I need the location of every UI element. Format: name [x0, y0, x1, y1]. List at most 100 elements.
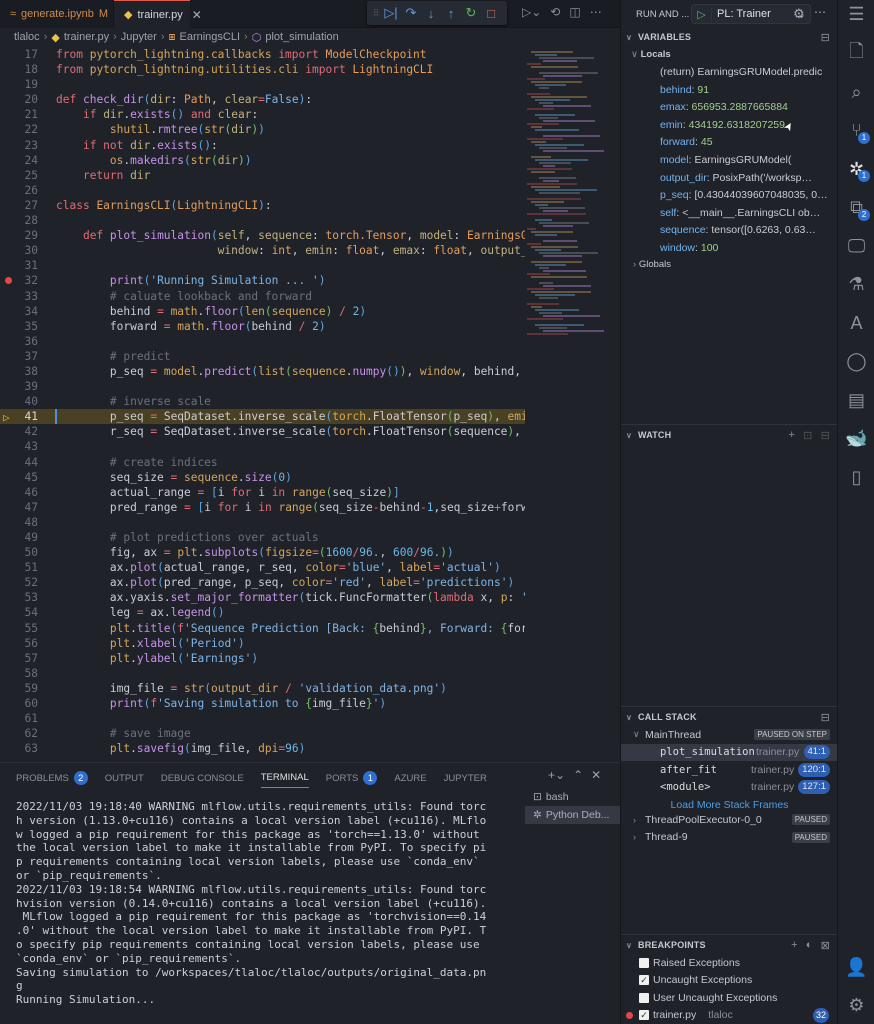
more-actions-icon[interactable]: ⋯ [814, 5, 826, 19]
maximize-panel-icon[interactable]: ⌃ [573, 768, 583, 782]
link-label: Load More Stack Frames [670, 798, 789, 811]
stop-icon[interactable]: □ [481, 6, 501, 21]
add-expression-icon[interactable]: + [789, 429, 796, 442]
watch-section-header[interactable]: ∨ WATCH + ⊡ ⊟ [621, 425, 838, 445]
callstack-section-header[interactable]: ∨ CALL STACK ⊟ [621, 707, 838, 727]
account-icon[interactable]: 👤 [838, 948, 874, 986]
breadcrumb-item[interactable]: trainer.py [64, 31, 109, 43]
toggle-breakpoints-icon[interactable]: ◐ [806, 939, 813, 952]
tab-generate-ipynb[interactable]: ≈ generate.ipynb M [0, 0, 114, 28]
tab-ports[interactable]: PORTS 1 [326, 768, 378, 788]
source-control-icon[interactable]: ⑂ 1 [838, 112, 874, 150]
locals-scope[interactable]: ∨ Locals [631, 49, 671, 60]
stack-frame[interactable]: after_fit trainer.py 120:1 [621, 761, 838, 779]
notebook-icon[interactable]: ▤ [838, 381, 874, 419]
thread-item[interactable]: › Thread-9 PAUSED [621, 829, 838, 847]
chevron-icon[interactable]: › [633, 832, 645, 842]
minimap[interactable] [527, 47, 617, 347]
tab-jupyter[interactable]: JUPYTER [444, 768, 487, 788]
variable-item[interactable]: window: 100 [660, 240, 838, 258]
checkbox[interactable] [639, 992, 649, 1003]
variable-item[interactable]: ›sequence: tensor([0.6263, 0.63… [660, 222, 838, 240]
run-debug-icon[interactable]: ✲ 1 [838, 150, 874, 188]
gear-icon[interactable]: ⚙ [793, 6, 805, 22]
more-actions-icon[interactable]: ⋯ [590, 5, 602, 19]
terminal-item[interactable]: ⊡ bash [525, 788, 620, 806]
variable-item[interactable]: forward: 45 [660, 134, 838, 152]
globals-scope[interactable]: › Globals [633, 259, 671, 270]
run-icon[interactable]: ▷⌄ [522, 5, 541, 19]
checkbox[interactable]: ✓ [639, 1010, 649, 1021]
split-editor-icon[interactable]: ◫ [569, 5, 580, 19]
variables-section-header[interactable]: ∨ VARIABLES ⊟ [621, 27, 838, 47]
line-number: 33 [24, 289, 38, 303]
explorer-icon[interactable]: 🗋 [838, 35, 874, 73]
breakpoints-section-header[interactable]: ∨ BREAKPOINTS + ◐ ⊠ [621, 935, 838, 955]
history-icon[interactable]: ⟲ [550, 5, 560, 19]
code-editor[interactable]: 17 from pytorch_lightning.callbacks impor… [0, 47, 525, 759]
variable-item[interactable]: emin: 434192.6318207259 [660, 117, 838, 135]
stack-frame[interactable]: plot_simulation trainer.py 41:1 [621, 743, 838, 761]
close-icon[interactable]: ✕ [192, 8, 202, 22]
tab-terminal[interactable]: TERMINAL [260, 768, 309, 788]
breakpoint-icon[interactable] [5, 277, 12, 285]
variable-item[interactable]: ›p_seq: [0.43044039607048035, 0… [660, 187, 838, 205]
checkbox[interactable] [639, 957, 649, 968]
testing-icon[interactable]: ⚗ [838, 266, 874, 304]
variable-item[interactable]: ›model: EarningsGRUModel( [660, 152, 838, 170]
azure-icon[interactable]: A [838, 304, 874, 342]
frame-name: plot_simulation [660, 746, 755, 759]
step-into-icon[interactable]: ↓ [421, 6, 441, 21]
drag-handle-icon[interactable]: ⠿ [371, 8, 381, 19]
breadcrumb-item[interactable]: EarningsCLI [180, 31, 241, 43]
variable-item[interactable]: ›self: <__main__.EarningsCLI ob… [660, 205, 838, 223]
github-icon[interactable]: ◯ [838, 343, 874, 381]
tab-problems[interactable]: PROBLEMS 2 [16, 768, 88, 788]
chevron-icon[interactable]: ∨ [633, 729, 645, 740]
stack-frame[interactable]: <module> trainer.py 127:1 [621, 779, 838, 797]
device-icon[interactable]: ▯ [838, 458, 874, 496]
terminal-item[interactable]: ✲ Python Deb... [525, 806, 620, 824]
step-out-icon[interactable]: ↑ [441, 6, 461, 21]
menu-icon[interactable]: ☰ [838, 0, 874, 33]
debug-icon: ✲ [533, 809, 542, 821]
refresh-icon[interactable]: ⊡ [803, 429, 812, 442]
tab-debug-console[interactable]: DEBUG CONSOLE [161, 768, 244, 788]
extensions-icon[interactable]: ⧉ 2 [838, 189, 874, 227]
breadcrumb-item[interactable]: tlaloc [14, 31, 40, 43]
new-terminal-icon[interactable]: +⌄ [548, 768, 565, 782]
collapse-all-icon[interactable]: ⊟ [821, 711, 830, 724]
checkbox[interactable]: ✓ [639, 975, 649, 986]
docker-icon[interactable]: 🐋 [838, 420, 874, 458]
variable-item[interactable]: emax: 656953.2887665884 [660, 99, 838, 117]
line-code: def plot_simulation(self, sequence: torc… [82, 229, 525, 243]
settings-icon[interactable]: ⚙ [838, 986, 874, 1024]
variable-item[interactable]: ›output_dir: PosixPath('/worksp… [660, 170, 838, 188]
thread-item[interactable]: ∨ MainThread PAUSED ON STEP [621, 726, 838, 744]
remove-all-breakpoints-icon[interactable]: ⊠ [821, 939, 830, 952]
variable-item[interactable]: ›(return) EarningsGRUModel.predic [660, 64, 838, 82]
breakpoint-item[interactable]: ✓ trainer.py tlaloc [626, 1007, 733, 1024]
breakpoint-item[interactable]: User Uncaught Exceptions [639, 989, 777, 1007]
tab-output[interactable]: OUTPUT [105, 768, 144, 788]
remote-explorer-icon[interactable]: 🖵 [838, 227, 874, 265]
collapse-all-icon[interactable]: ⊟ [821, 429, 830, 442]
chevron-icon[interactable]: › [633, 815, 645, 825]
close-panel-icon[interactable]: ✕ [591, 768, 601, 782]
step-over-icon[interactable]: ↷ [401, 5, 421, 21]
start-debugging-icon[interactable]: ▷ [692, 7, 712, 21]
add-function-breakpoint-icon[interactable]: + [791, 939, 798, 952]
breadcrumb-item[interactable]: Jupyter [121, 31, 157, 43]
search-icon[interactable]: ⌕ [838, 73, 874, 111]
tab-azure[interactable]: AZURE [394, 768, 426, 788]
breakpoint-item[interactable]: ✓ Uncaught Exceptions [639, 972, 752, 990]
terminal-output[interactable]: 2022/11/03 19:18:40 WARNING mlflow.utils… [16, 800, 516, 1007]
tab-trainer-py[interactable]: ◆ trainer.py ✕ [114, 0, 202, 28]
variable-item[interactable]: behind: 91 [660, 82, 838, 100]
continue-icon[interactable]: ▷| [381, 5, 401, 21]
collapse-all-icon[interactable]: ⊟ [821, 31, 830, 44]
breakpoint-item[interactable]: Raised Exceptions [639, 954, 740, 972]
breadcrumb-item[interactable]: plot_simulation [265, 31, 338, 43]
thread-item[interactable]: › ThreadPoolExecutor-0_0 PAUSED [621, 811, 838, 829]
restart-icon[interactable]: ↻ [461, 5, 481, 21]
